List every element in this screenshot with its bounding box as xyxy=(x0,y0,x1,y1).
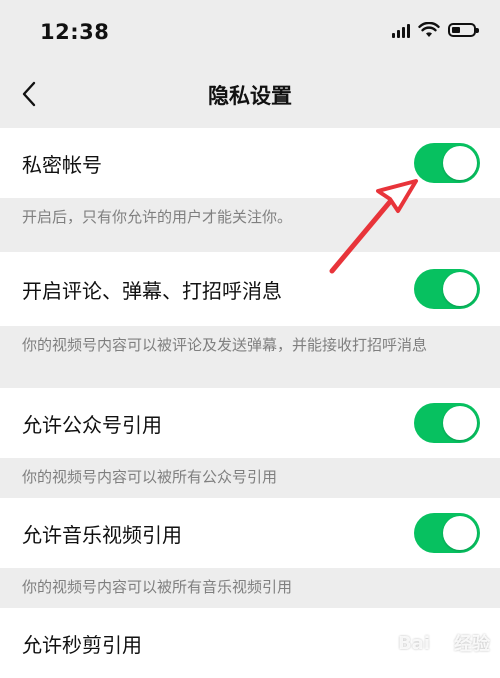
signal-icon xyxy=(392,22,410,38)
setting-label: 允许秒剪引用 xyxy=(22,632,142,657)
music-video-quote-toggle[interactable] xyxy=(414,513,480,553)
status-icons xyxy=(392,22,479,38)
page-title: 隐私设置 xyxy=(208,84,292,108)
setting-label: 允许音乐视频引用 xyxy=(22,522,182,547)
watermark-logo: Bai 经验 xyxy=(397,632,490,656)
setting-description: 你的视频号内容可以被所有音乐视频引用 xyxy=(22,578,293,596)
wifi-icon xyxy=(418,22,440,37)
setting-description: 你的视频号内容可以被评论及发送弹幕，并能接收打招呼消息 xyxy=(22,336,428,354)
setting-description: 开启后，只有你允许的用户才能关注你。 xyxy=(22,208,293,226)
status-bar: 12:38 xyxy=(0,0,500,62)
setting-label: 允许公众号引用 xyxy=(22,412,162,437)
setting-row-music-video-quote: 允许音乐视频引用 xyxy=(0,498,500,568)
private-account-toggle[interactable] xyxy=(414,143,480,183)
setting-row-official-account-quote: 允许公众号引用 xyxy=(0,388,500,458)
setting-description: 你的视频号内容可以被所有公众号引用 xyxy=(22,468,278,486)
setting-row-comments: 开启评论、弹幕、打招呼消息 xyxy=(0,252,500,326)
official-account-quote-toggle[interactable] xyxy=(414,403,480,443)
paw-icon xyxy=(434,635,450,650)
comments-toggle[interactable] xyxy=(414,269,480,309)
setting-row-private-account: 私密帐号 xyxy=(0,128,500,198)
battery-icon xyxy=(448,23,479,37)
setting-label: 私密帐号 xyxy=(22,152,102,177)
setting-label: 开启评论、弹幕、打招呼消息 xyxy=(22,278,282,303)
status-time: 12:38 xyxy=(40,20,110,44)
nav-bar: 隐私设置 xyxy=(0,62,500,128)
